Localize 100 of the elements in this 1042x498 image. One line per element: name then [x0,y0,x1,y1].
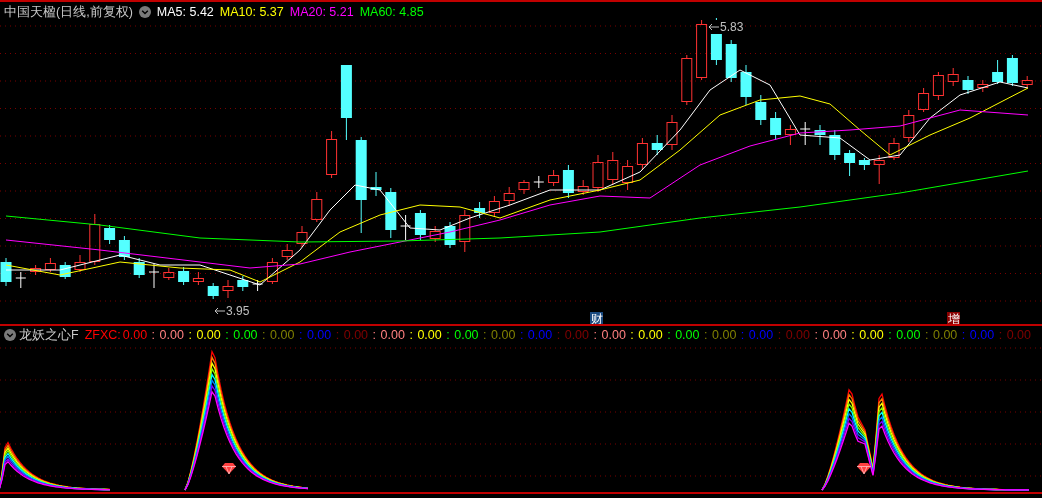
candlestick [784,124,796,146]
candlestick [858,157,870,171]
candlestick [133,257,145,279]
value-separator: : [482,328,488,342]
indicator-value: 0.00 [159,328,184,342]
candlestick [474,201,486,219]
indicator-value: 0.00 [601,328,626,342]
candlestick [636,137,648,171]
candlestick [1021,75,1033,89]
candlestick [370,171,382,197]
value-separator: : [371,328,378,342]
candlestick [148,263,160,289]
indicator-value: 0.00 [969,328,995,342]
series-label: ZFXC: [84,328,121,342]
value-separator: : [297,328,304,342]
candlestick [178,266,190,286]
candlestick [74,254,86,273]
candlestick [947,67,959,87]
indicator-value: 0.00 [822,328,847,342]
indicator-value: 0.00 [233,328,258,342]
value-separator: : [555,328,562,342]
candlestick [118,235,130,261]
value-separator: : [518,328,525,342]
indicator-value: 0.00 [896,328,921,342]
candlestick [237,275,249,292]
candlestick [888,137,900,161]
indicator-value: 0.00 [1006,328,1031,342]
candlestick [222,279,234,299]
indicator-value: 0.00 [380,328,405,342]
candlestick [0,257,12,287]
value-separator: : [887,328,893,342]
candlestick [429,225,441,243]
moving-average-label: MA60: 4.85 [359,5,424,19]
candlestick [311,191,323,223]
candlestick [503,186,515,207]
indicator-title: 龙妖之心F [19,326,79,344]
candlestick [326,130,338,179]
candlestick [651,134,663,156]
value-separator: : [813,328,819,342]
candlestick [740,64,752,106]
indicator-value: 0.00 [196,328,221,342]
arrow-icon [708,23,719,31]
value-separator: : [592,328,598,342]
candlestick [459,209,471,253]
moving-average-label: MA20: 5.21 [289,5,354,19]
indicator-value: 0.00 [454,328,479,342]
candlestick [844,149,856,177]
candlestick [414,209,426,241]
indicator-value: 0.00 [932,328,958,342]
candlestick [681,54,693,106]
gem-icon [857,463,871,474]
candlestick [488,195,500,217]
candlestick [296,225,308,248]
indicator-value: 0.00 [859,328,884,342]
candlestick [400,214,412,241]
candlestick [266,257,278,285]
candlestick [207,282,219,300]
candlestick [385,187,397,239]
candlestick [607,151,619,186]
candlestick [533,175,545,189]
dropdown-chevron-icon[interactable] [138,6,151,18]
candlestick [89,213,101,266]
candlestick [104,224,116,245]
value-separator: : [261,328,267,342]
candlestick [1006,54,1018,87]
indicator-value: 0.00 [343,328,369,342]
candlestick [799,121,811,146]
candlestick [562,164,574,199]
indicator-value: 0.00 [306,328,332,342]
price-label: 3.95 [226,304,250,318]
candlestick [192,271,204,286]
indicator-value: 0.00 [417,328,442,342]
candlestick [696,19,708,81]
candlestick [829,129,841,161]
value-separator: : [850,328,856,342]
candlestick [622,159,634,191]
indicator-value: 0.00 [638,328,663,342]
candlestick [577,179,589,196]
moving-average-label: MA10: 5.37 [219,5,284,19]
gem-icon [222,463,236,474]
indicator-value: 0.00 [527,328,553,342]
candlestick [962,75,974,95]
stock-title: 中国天楹(日线,前复权) [4,3,133,21]
candlestick [518,179,530,195]
moving-average-label: MA5: 5.42 [156,5,214,19]
indicator-value: 0.00 [491,328,516,342]
indicator-value: 0.00 [785,328,810,342]
candlestick [666,114,678,151]
value-separator: : [334,328,341,342]
candlestick [932,71,944,101]
candlestick [725,39,737,83]
indicator-value: 0.00 [122,328,148,342]
value-separator: : [960,328,967,342]
value-separator: : [924,328,930,342]
candlestick [977,79,989,93]
value-separator: : [997,328,1004,342]
candlestick [252,279,264,292]
dropdown-chevron-icon[interactable] [4,329,16,341]
candlestick [592,154,604,193]
indicator-value: 0.00 [748,328,774,342]
